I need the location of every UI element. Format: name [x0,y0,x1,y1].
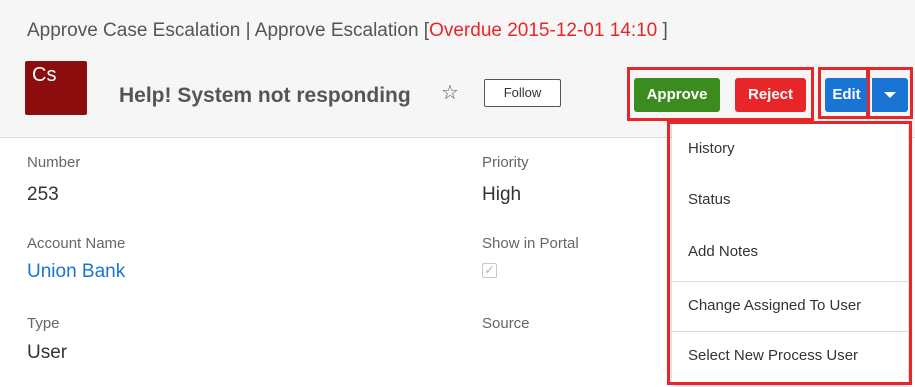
show-in-portal-checkbox[interactable]: ✓ [482,263,497,278]
overdue-status: Overdue 2015-12-01 14:10 [429,20,658,41]
edit-button[interactable]: Edit [825,78,868,112]
approve-button[interactable]: Approve [634,78,720,112]
type-label: Type [27,315,60,332]
priority-label: Priority [482,154,529,171]
activity-name: Approve Escalation [254,20,419,41]
priority-value: High [482,184,522,205]
bracket-close: ] [662,20,668,41]
source-label: Source [482,315,530,332]
number-value: 253 [27,184,59,205]
record-name: Help! System not responding [119,84,411,107]
number-label: Number [27,154,81,171]
account-name-link[interactable]: Union Bank [27,261,125,283]
dropdown-highlight [667,121,912,385]
favorite-star-icon[interactable]: ☆ [441,83,459,103]
account-name-label: Account Name [27,235,126,252]
process-title: Approve Case Escalation | Approve Escala… [27,20,668,42]
title-separator: | [245,20,251,41]
process-name: Approve Case Escalation [27,20,241,41]
show-in-portal-label: Show in Portal [482,235,579,252]
follow-button[interactable]: Follow [484,79,561,107]
actions-dropdown-toggle[interactable] [872,78,908,112]
type-value: User [27,342,68,363]
caret-down-icon [884,92,896,98]
reject-button[interactable]: Reject [735,78,806,112]
module-avatar: Cs [25,61,87,115]
